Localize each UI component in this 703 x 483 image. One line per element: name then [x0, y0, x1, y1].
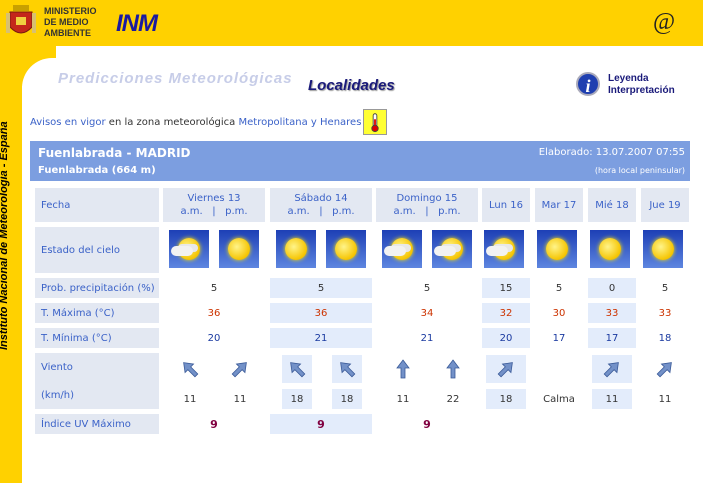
- row-label-tmin: T. Mínima (°C): [35, 328, 159, 348]
- wind-speed-value: 11: [658, 393, 672, 405]
- wind-speed-value: 11: [233, 393, 247, 405]
- wind-speed-value: 18: [290, 393, 304, 405]
- legend-link[interactable]: Leyenda Interpretación: [608, 73, 675, 97]
- contact-at-icon[interactable]: @: [652, 10, 676, 34]
- day-header: Mar 17: [535, 188, 583, 222]
- section-ghost-title: Predicciones Meteorológicas: [58, 70, 293, 87]
- thermometer-icon[interactable]: [363, 109, 387, 135]
- page-title: Localidades: [308, 77, 395, 94]
- uv-value: 9: [210, 417, 218, 431]
- sun-cloud-icon: [169, 230, 209, 268]
- day-header: Viernes 13 a.m. | p.m.: [163, 188, 265, 222]
- tmin-value: 21: [270, 328, 372, 348]
- day-header: Lun 16: [482, 188, 530, 222]
- row-label-precip: Prob. precipitación (%): [35, 278, 159, 298]
- tmin-value: 21: [420, 332, 434, 344]
- sidebar-institute-text: Instituto Nacional de Meteorología - Esp…: [0, 121, 10, 350]
- sun-icon: [276, 230, 316, 268]
- precip-value: 5: [210, 282, 218, 294]
- wind-speed-value: 22: [446, 393, 460, 405]
- row-label-uv: Índice UV Máximo: [35, 414, 159, 434]
- timezone-note: (hora local peninsular): [594, 166, 685, 175]
- day-header: Mié 18: [588, 188, 636, 222]
- wind-speed-value: Calma: [543, 393, 575, 405]
- tmax-value: 36: [270, 303, 372, 323]
- sun-icon: [219, 230, 259, 268]
- row-label-tmax: T. Máxima (°C): [35, 303, 159, 323]
- sun-cloud-icon: [484, 230, 524, 268]
- precip-value: 5: [661, 282, 669, 294]
- tmin-value: 17: [552, 332, 566, 344]
- issued-timestamp: Elaborado: 13.07.2007 07:55: [538, 147, 685, 158]
- warnings-line: Avisos en vigor en la zona meteorológica…: [30, 117, 362, 128]
- coat-of-arms-icon: [6, 5, 36, 34]
- tmax-value: 33: [658, 307, 672, 319]
- precip-value: 15: [482, 278, 530, 298]
- tmax-value: 32: [482, 303, 530, 323]
- tmax-value: 36: [207, 307, 221, 319]
- sun-cloud-icon: [382, 230, 422, 268]
- sun-cloud-icon: [432, 230, 472, 268]
- row-label-estado: Estado del cielo: [35, 227, 159, 273]
- location-name: Fuenlabrada - MADRID: [38, 146, 191, 160]
- sun-icon: [590, 230, 630, 268]
- info-icon[interactable]: i: [576, 72, 600, 96]
- precip-value: 5: [270, 278, 372, 298]
- wind-speed-value: 18: [340, 393, 354, 405]
- tmin-value: 17: [588, 328, 636, 348]
- day-header: Domingo 15 a.m. | p.m.: [376, 188, 478, 222]
- wind-speed-value: 11: [183, 393, 197, 405]
- tmax-value: 30: [552, 307, 566, 319]
- uv-value: 9: [423, 417, 431, 431]
- tmin-value: 18: [658, 332, 672, 344]
- tmax-value: 33: [588, 303, 636, 323]
- day-header: Jue 19: [641, 188, 689, 222]
- warnings-link[interactable]: Avisos en vigor: [30, 117, 106, 128]
- day-header: Sábado 14 a.m. | p.m.: [270, 188, 372, 222]
- tmin-value: 20: [207, 332, 221, 344]
- row-label-fecha: Fecha: [35, 188, 159, 222]
- precip-value: 5: [555, 282, 563, 294]
- top-banner: [0, 0, 703, 46]
- sun-icon: [537, 230, 577, 268]
- uv-value: 9: [270, 414, 372, 434]
- sun-icon: [326, 230, 366, 268]
- wind-arrow-icon: [396, 359, 410, 379]
- wind-speed-value: 18: [499, 393, 513, 405]
- precip-value: 0: [588, 278, 636, 298]
- tmax-value: 34: [420, 307, 434, 319]
- inm-logo[interactable]: INM: [116, 10, 158, 38]
- sun-icon: [643, 230, 683, 268]
- wind-arrow-icon: [446, 359, 460, 379]
- ministry-name: MINISTERIO DE MEDIO AMBIENTE: [44, 6, 97, 38]
- precip-value: 5: [423, 282, 431, 294]
- zone-link[interactable]: Metropolitana y Henares: [239, 117, 362, 128]
- tmin-value: 20: [482, 328, 530, 348]
- wind-speed-value: 11: [605, 393, 619, 405]
- row-label-viento: Viento (km/h): [35, 353, 159, 409]
- wind-speed-value: 11: [396, 393, 410, 405]
- location-altitude: Fuenlabrada (664 m): [38, 165, 156, 176]
